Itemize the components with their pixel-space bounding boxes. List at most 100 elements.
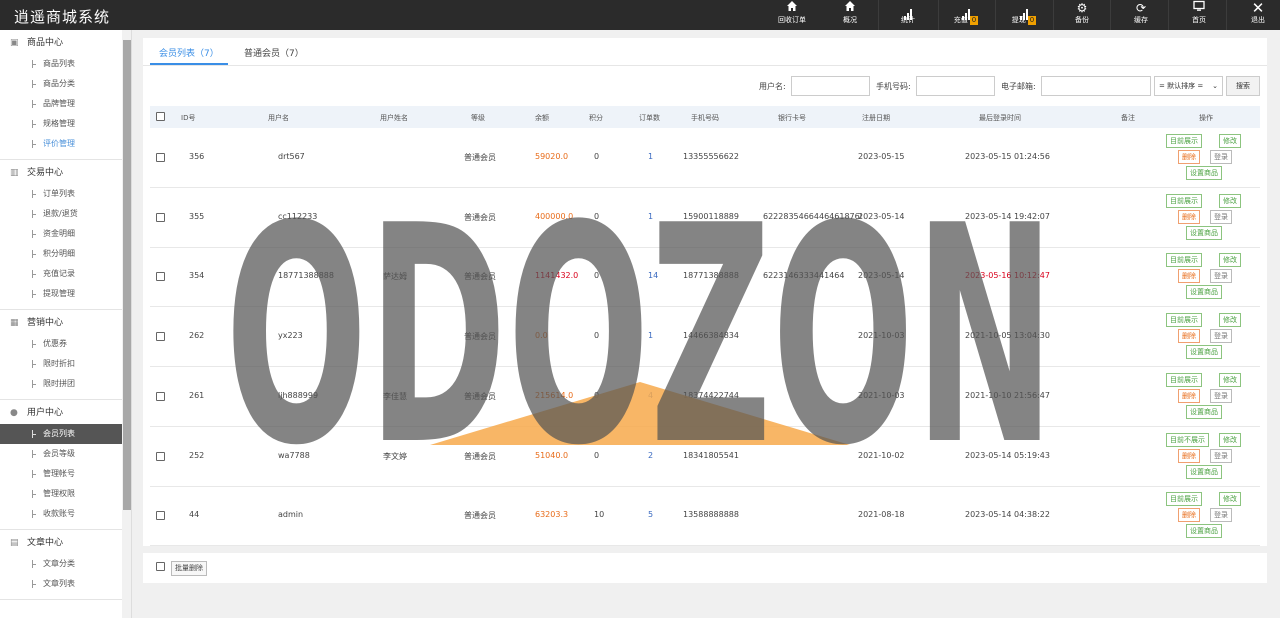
phone-label: 手机号码: [876, 82, 911, 91]
sidebar-item-payment-accounts[interactable]: 收款账号 [0, 504, 122, 524]
login-button[interactable]: 登录 [1210, 150, 1232, 164]
login-button[interactable]: 登录 [1210, 209, 1232, 224]
sidebar-item-member-level[interactable]: 会员等级 [0, 444, 122, 464]
edit-button[interactable]: 修改 [1219, 492, 1241, 507]
footer-select-all-checkbox[interactable] [156, 562, 165, 571]
show-toggle-button[interactable]: 目前不展示 [1166, 432, 1209, 447]
sidebar-item-review[interactable]: 评价管理 [0, 134, 122, 154]
sidebar-item-permissions[interactable]: 管理权限 [0, 484, 122, 504]
login-button[interactable]: 登录 [1210, 329, 1232, 344]
sidebar-item-goods-category[interactable]: 商品分类 [0, 74, 122, 94]
sidebar-item-spec[interactable]: 规格管理 [0, 114, 122, 134]
sidebar-item-points[interactable]: 积分明细 [0, 244, 122, 264]
set-goods-button[interactable]: 设置商品 [1186, 464, 1222, 479]
sidebar-group-header[interactable]: ▤ 文章中心 [0, 533, 131, 554]
set-goods-button[interactable]: 设置商品 [1186, 404, 1222, 419]
delete-button[interactable]: 删除 [1178, 150, 1200, 164]
row-checkbox[interactable] [156, 451, 165, 461]
set-goods-button[interactable]: 设置商品 [1186, 166, 1222, 180]
sidebar-item-admin-accounts[interactable]: 管理帐号 [0, 464, 122, 484]
tab-member-list[interactable]: 会员列表（7） [159, 46, 219, 59]
show-toggle-button[interactable]: 目前展示 [1166, 253, 1202, 268]
edit-button[interactable]: 修改 [1219, 253, 1241, 268]
row-checkbox[interactable] [156, 511, 165, 521]
sidebar-item-group-buy[interactable]: 限时拼团 [0, 374, 122, 394]
username-input[interactable] [791, 76, 870, 96]
sidebar-item-funds[interactable]: 资金明细 [0, 224, 122, 244]
topbar-recharge[interactable]: 充值 0 [948, 0, 984, 30]
delete-button[interactable]: 删除 [1178, 388, 1200, 403]
sidebar-item-flash-discount[interactable]: 限时折扣 [0, 354, 122, 374]
topbar-recycle-orders[interactable]: 回收订单 [771, 0, 813, 30]
cell-points: 0 [594, 331, 600, 341]
row-checkbox[interactable] [156, 272, 165, 282]
cell-lastlogin: 2021-10-10 21:56:47 [965, 390, 1050, 400]
cell-orders[interactable]: 1 [648, 331, 653, 340]
show-toggle-button[interactable]: 目前展示 [1166, 492, 1202, 507]
sidebar-scrollbar-thumb[interactable] [123, 40, 131, 510]
show-toggle-button[interactable]: 目前展示 [1166, 372, 1202, 387]
set-goods-button[interactable]: 设置商品 [1186, 225, 1222, 240]
topbar-logout[interactable]: ✕ 退出 [1243, 0, 1273, 30]
delete-button[interactable]: 删除 [1178, 508, 1200, 523]
cell-orders[interactable]: 1 [648, 152, 653, 161]
edit-button[interactable]: 修改 [1219, 313, 1241, 328]
edit-button[interactable]: 修改 [1219, 432, 1241, 447]
topbar-withdraw[interactable]: 提现 0 [1006, 0, 1042, 30]
delete-button[interactable]: 删除 [1178, 448, 1200, 463]
cell-orders[interactable]: 1 [648, 212, 653, 221]
sidebar-item-article-category[interactable]: 文章分类 [0, 554, 122, 574]
sidebar-group-header[interactable]: ▦ 营销中心 [0, 313, 131, 334]
topbar-overview[interactable]: 概况 [835, 0, 865, 30]
col-remark: 备注 [1121, 114, 1135, 122]
show-toggle-button[interactable]: 目前展示 [1166, 193, 1202, 208]
topbar-home[interactable]: 首页 [1184, 0, 1214, 30]
sidebar-item-refund[interactable]: 退款/退货 [0, 204, 122, 224]
topbar-cache[interactable]: ⟳ 缓存 [1126, 0, 1156, 30]
sidebar-item-brand[interactable]: 品牌管理 [0, 94, 122, 114]
cell-orders[interactable]: 14 [648, 271, 658, 280]
set-goods-button[interactable]: 设置商品 [1186, 524, 1222, 539]
topbar-backup[interactable]: ⚙ 备份 [1067, 0, 1097, 30]
cell-orders[interactable]: 5 [648, 510, 653, 519]
delete-button[interactable]: 删除 [1178, 209, 1200, 224]
login-button[interactable]: 登录 [1210, 508, 1232, 523]
row-checkbox[interactable] [156, 212, 165, 222]
topbar-statistics[interactable]: 统计 [893, 0, 923, 30]
tab-regular-members[interactable]: 普通会员（7） [244, 46, 304, 59]
show-toggle-button[interactable]: 目前展示 [1166, 313, 1202, 328]
edit-button[interactable]: 修改 [1219, 372, 1241, 387]
sort-select[interactable]: = 默认排序 = ⌄ [1154, 76, 1223, 96]
search-button[interactable]: 搜索 [1226, 76, 1260, 96]
sidebar-item-orders[interactable]: 订单列表 [0, 184, 122, 204]
edit-button[interactable]: 修改 [1219, 193, 1241, 208]
cell-orders[interactable]: 2 [648, 451, 653, 460]
sidebar-item-withdraw[interactable]: 提现管理 [0, 284, 122, 304]
edit-button[interactable]: 修改 [1219, 134, 1241, 148]
sidebar-item-member-list[interactable]: 会员列表 [0, 424, 122, 444]
show-toggle-button[interactable]: 目前展示 [1166, 134, 1202, 148]
row-checkbox[interactable] [156, 332, 165, 342]
set-goods-button[interactable]: 设置商品 [1186, 285, 1222, 300]
login-button[interactable]: 登录 [1210, 269, 1232, 284]
email-input[interactable] [1041, 76, 1151, 96]
row-checkbox[interactable] [156, 153, 165, 162]
sidebar-item-goods-list[interactable]: 商品列表 [0, 54, 122, 74]
phone-input[interactable] [916, 76, 995, 96]
batch-delete-button[interactable]: 批量删除 [171, 561, 207, 576]
select-all-checkbox[interactable] [156, 112, 165, 121]
login-button[interactable]: 登录 [1210, 448, 1232, 463]
delete-button[interactable]: 删除 [1178, 269, 1200, 284]
login-button[interactable]: 登录 [1210, 388, 1232, 403]
sidebar-group-header[interactable]: ▥ 交易中心 [0, 163, 131, 184]
sidebar-item-recharge[interactable]: 充值记录 [0, 264, 122, 284]
sidebar-group-header[interactable]: ▣ 商品中心 [0, 33, 131, 54]
sidebar-item-article-list[interactable]: 文章列表 [0, 574, 122, 594]
delete-button[interactable]: 删除 [1178, 329, 1200, 344]
sidebar-item-coupon[interactable]: 优惠券 [0, 334, 122, 354]
sidebar-group-header[interactable]: ● 用户中心 [0, 403, 131, 424]
cell-orders[interactable]: 4 [648, 391, 653, 400]
col-level: 等级 [471, 114, 485, 122]
row-checkbox[interactable] [156, 391, 165, 401]
set-goods-button[interactable]: 设置商品 [1186, 345, 1222, 360]
